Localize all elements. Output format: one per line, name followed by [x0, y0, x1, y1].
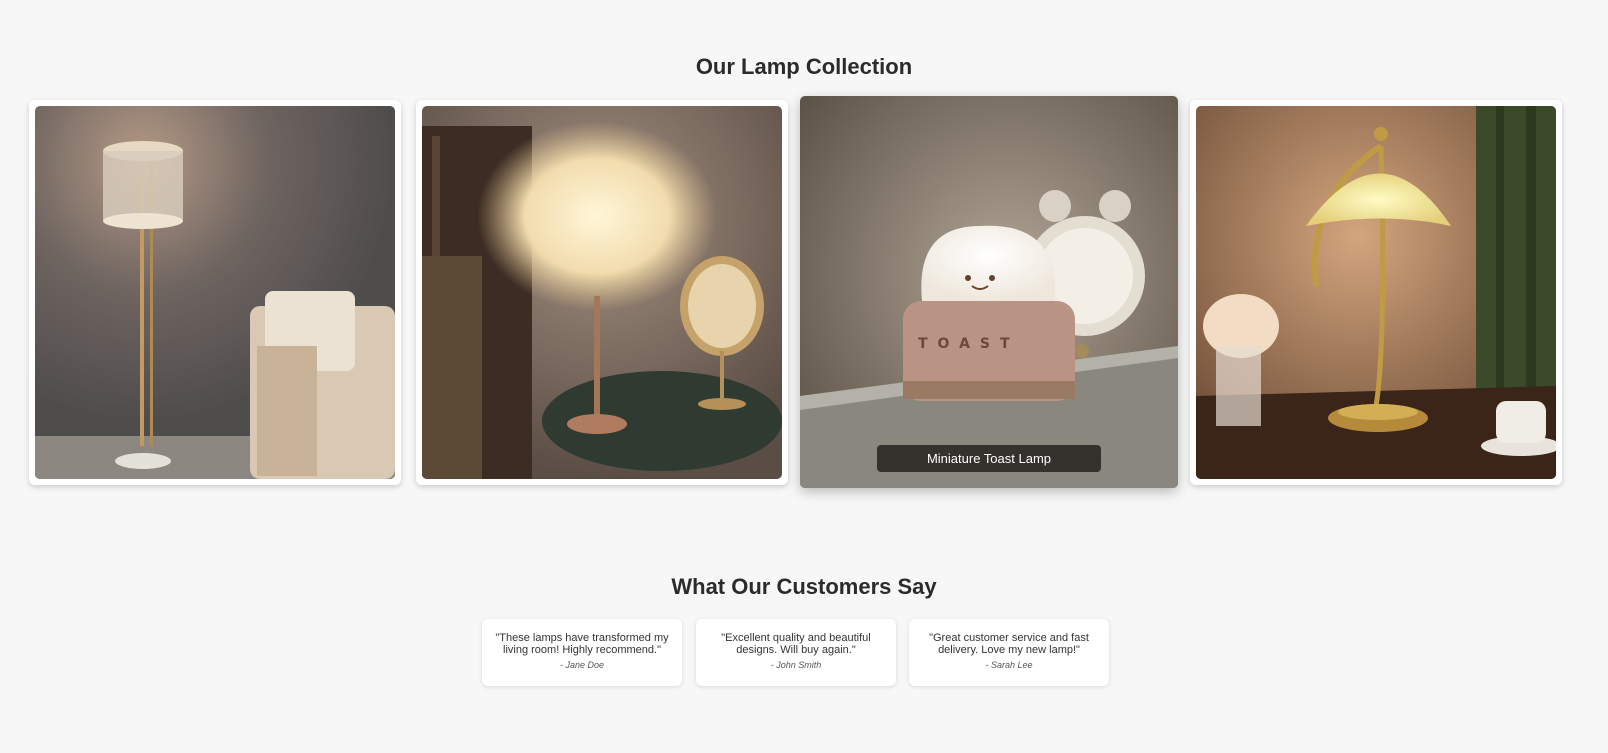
testimonial-card: "These lamps have transformed my living …: [482, 619, 682, 686]
testimonial-card: "Excellent quality and beautiful designs…: [696, 619, 896, 686]
toast-lamp-image: TOAST: [800, 96, 1178, 488]
lamp-card-toast-lamp[interactable]: TOAST Miniature Toast Lamp: [800, 96, 1178, 488]
testimonial-author: - Sarah Lee: [985, 660, 1033, 670]
testimonial-author: - John Smith: [770, 660, 822, 670]
testimonial-quote: "Great customer service and fast deliver…: [929, 632, 1089, 656]
testimonial-quote: "Excellent quality and beautiful designs…: [721, 632, 871, 656]
testimonials-title: What Our Customers Say: [671, 574, 937, 599]
lamp-card-feather-table-lamp[interactable]: [416, 100, 788, 485]
lamp-caption: Miniature Toast Lamp: [877, 445, 1101, 472]
testimonial-card: "Great customer service and fast deliver…: [909, 619, 1109, 686]
lamp-card-crystal-floor-lamp[interactable]: [29, 100, 401, 485]
feather-table-lamp-image: [422, 106, 782, 479]
svg-text:TOAST: TOAST: [918, 336, 1020, 352]
lamp-card-umbrella-brass-lamp[interactable]: [1190, 100, 1562, 485]
testimonial-author: - Jane Doe: [559, 660, 605, 670]
umbrella-brass-lamp-image: [1196, 106, 1556, 479]
testimonial-quote: "These lamps have transformed my living …: [495, 632, 669, 656]
collection-title: Our Lamp Collection: [695, 54, 913, 79]
crystal-floor-lamp-image: [35, 106, 395, 479]
